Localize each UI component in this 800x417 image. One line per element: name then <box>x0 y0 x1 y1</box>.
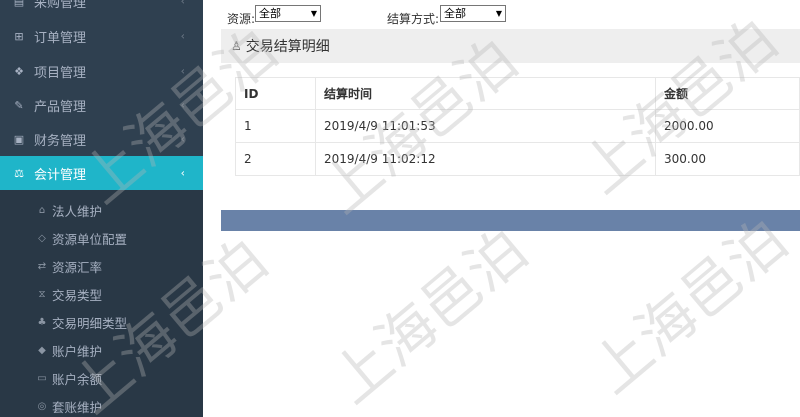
main-content: 资源: 全部 ▼ 结算方式: 全部 ▼ ♙ 交易结算明细 ID 结算时间 金额 … <box>203 0 800 417</box>
nav-item-accounting[interactable]: ⚖ 会计管理 ‹ <box>0 156 203 190</box>
sub-item-label: 资源汇率 <box>52 259 103 275</box>
filter-row: 资源: 全部 ▼ 结算方式: 全部 ▼ <box>203 2 800 26</box>
table-row[interactable]: 1 2019/4/9 11:01:53 2000.00 <box>235 109 800 143</box>
nav-item-label: 采购管理 <box>34 0 87 11</box>
paw-icon: ♣ <box>37 316 47 328</box>
sub-item-ledger-set[interactable]: ◎ 套账维护 <box>0 392 203 417</box>
settle-filter-label: 结算方式: <box>387 12 440 26</box>
cell-settle-time: 2019/4/9 11:02:12 <box>315 142 656 176</box>
resource-select-value: 全部 <box>259 7 281 20</box>
nav-item-orders[interactable]: ⊞ 订单管理 ‹ <box>0 19 203 53</box>
edit-icon: ✎ <box>14 98 24 112</box>
sub-item-legal-entity[interactable]: ⌂ 法人维护 <box>0 196 203 224</box>
dropdown-arrow-icon: ▼ <box>495 9 502 18</box>
sub-item-label: 资源单位配置 <box>52 231 128 247</box>
chevron-left-icon: ‹ <box>180 166 185 180</box>
hourglass-icon: ⧖ <box>38 288 46 300</box>
cubes-icon: ❖ <box>14 64 24 78</box>
nav-item-finance[interactable]: ▣ 财务管理 ‹ <box>0 122 203 156</box>
sub-item-label: 账户余额 <box>52 371 103 387</box>
header-settle-time[interactable]: 结算时间 <box>315 77 656 110</box>
sub-item-resource-unit[interactable]: ◇ 资源单位配置 <box>0 224 203 252</box>
header-id[interactable]: ID <box>235 77 316 110</box>
resource-filter-label: 资源: <box>227 12 256 26</box>
panel-header: ♙ 交易结算明细 <box>221 29 800 63</box>
bank-icon: ⌂ <box>38 204 46 216</box>
list-icon: ▤ <box>13 0 25 8</box>
credit-card-icon: ▭ <box>37 372 47 384</box>
cell-amount: 300.00 <box>655 142 800 176</box>
table-row[interactable]: 2 2019/4/9 11:02:12 300.00 <box>235 142 800 176</box>
chevron-left-icon: ‹ <box>180 64 185 78</box>
sub-item-label: 交易类型 <box>52 287 103 303</box>
chevron-left-icon: ‹ <box>180 0 185 8</box>
nav-item-products[interactable]: ✎ 产品管理 ‹ <box>0 88 203 122</box>
settle-method-select[interactable]: 全部 ▼ <box>440 5 506 22</box>
sub-item-exchange-rate[interactable]: ⇄ 资源汇率 <box>0 252 203 280</box>
cell-id: 2 <box>235 142 316 176</box>
nav-item-purchase[interactable]: ▤ 采购管理 ‹ <box>0 0 203 18</box>
chevron-left-icon: ‹ <box>180 98 185 112</box>
exchange-icon: ⇄ <box>37 260 47 272</box>
diamond-icon: ◇ <box>38 232 46 244</box>
balance-scale-icon: ⚖ <box>14 166 24 180</box>
cell-settle-time: 2019/4/9 11:01:53 <box>315 109 656 143</box>
sub-item-transaction-detail-type[interactable]: ♣ 交易明细类型 <box>0 308 203 336</box>
tag-icon: ◆ <box>38 344 46 356</box>
panel-title: 交易结算明细 <box>245 39 330 55</box>
sub-item-label: 账户维护 <box>52 343 103 359</box>
settle-select-value: 全部 <box>444 7 466 20</box>
sub-item-account-balance[interactable]: ▭ 账户余额 <box>0 364 203 392</box>
nav-item-label: 订单管理 <box>34 30 87 46</box>
sidebar: ▤ 采购管理 ‹ ⊞ 订单管理 ‹ ❖ 项目管理 ‹ ✎ 产品管理 ‹ ▣ 财务… <box>0 0 203 417</box>
pagination-bar <box>221 210 800 231</box>
money-icon: ▣ <box>13 132 25 146</box>
nav-item-label: 会计管理 <box>34 167 87 183</box>
cell-id: 1 <box>235 109 316 143</box>
nav-item-label: 产品管理 <box>34 99 87 115</box>
header-amount[interactable]: 金额 <box>655 77 800 110</box>
chevron-left-icon: ‹ <box>180 132 185 146</box>
accounting-submenu: ⌂ 法人维护 ◇ 资源单位配置 ⇄ 资源汇率 ⧖ 交易类型 ♣ 交易明细类型 ◆… <box>0 190 203 417</box>
resource-select[interactable]: 全部 ▼ <box>255 5 321 22</box>
sub-item-label: 套账维护 <box>52 399 103 415</box>
sub-item-account[interactable]: ◆ 账户维护 <box>0 336 203 364</box>
sub-item-transaction-type[interactable]: ⧖ 交易类型 <box>0 280 203 308</box>
chevron-left-icon: ‹ <box>180 29 185 43</box>
life-ring-icon: ◎ <box>37 400 47 412</box>
dropdown-arrow-icon: ▼ <box>310 9 317 18</box>
sub-item-label: 交易明细类型 <box>52 315 128 331</box>
nav-item-projects[interactable]: ❖ 项目管理 ‹ <box>0 54 203 88</box>
sub-item-label: 法人维护 <box>52 203 103 219</box>
cart-icon: ⊞ <box>14 29 24 43</box>
cell-amount: 2000.00 <box>655 109 800 143</box>
nav-item-label: 财务管理 <box>34 133 87 149</box>
user-icon: ♙ <box>231 39 242 53</box>
table-header-row: ID 结算时间 金额 <box>235 77 800 110</box>
settlement-table: ID 结算时间 金额 1 2019/4/9 11:01:53 2000.00 2… <box>235 77 800 176</box>
nav-item-label: 项目管理 <box>34 65 87 81</box>
